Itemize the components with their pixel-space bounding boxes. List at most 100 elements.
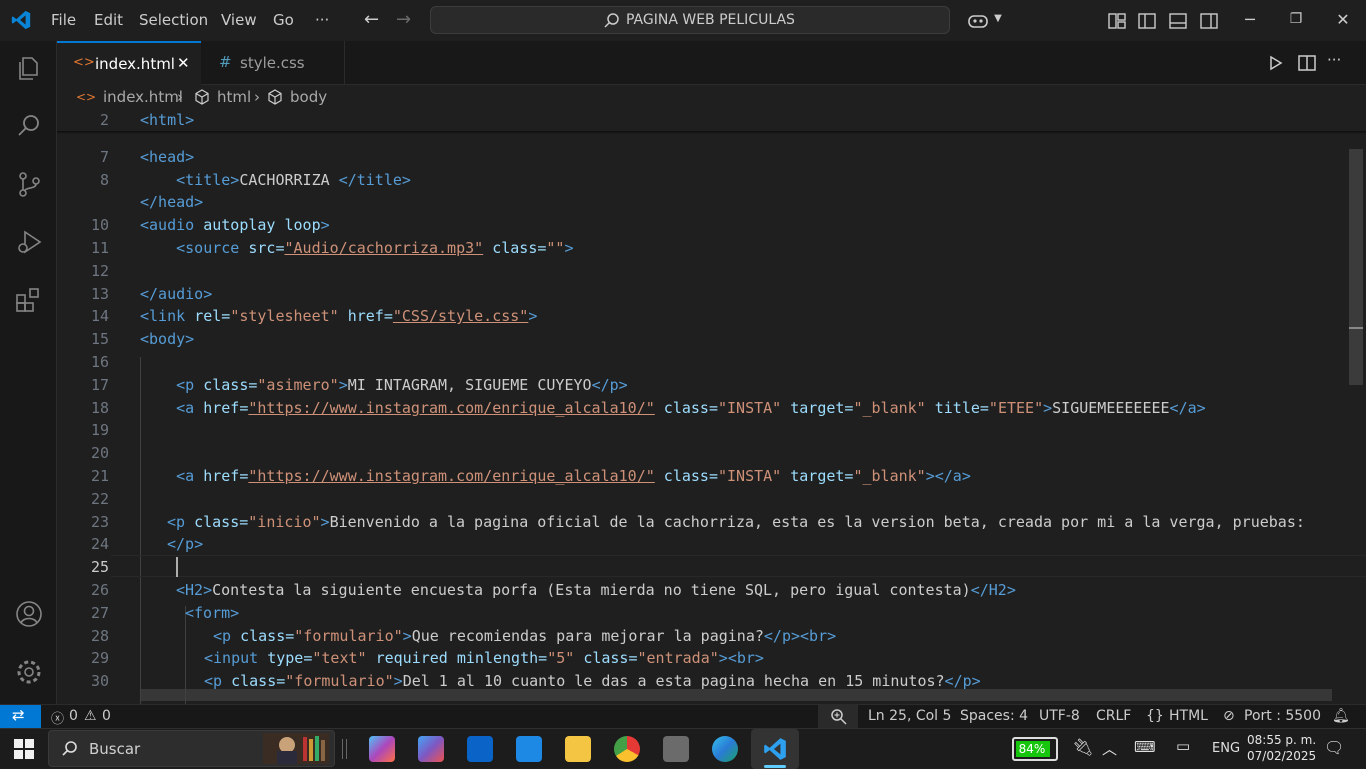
microsoft-store-icon[interactable] <box>516 736 542 762</box>
code-line: 24 </p> <box>57 533 1347 555</box>
zoom-indicator[interactable] <box>818 705 858 728</box>
extensions-icon[interactable] <box>14 285 44 315</box>
network-icon[interactable]: ▭ <box>1176 737 1190 755</box>
code-text: <link rel="stylesheet" href="CSS/style.c… <box>140 307 538 325</box>
calculator-icon[interactable] <box>663 736 689 762</box>
accounts-icon[interactable] <box>14 599 44 629</box>
close-tab-icon[interactable]: ✕ <box>177 54 190 72</box>
copilot-icon[interactable] <box>966 11 990 31</box>
indentation[interactable]: Spaces: 4 <box>960 708 1028 724</box>
outlook-icon[interactable] <box>467 736 493 762</box>
remote-indicator[interactable]: ⇄ <box>0 705 41 729</box>
line-number: 27 <box>90 604 109 622</box>
line-number: 22 <box>90 490 109 508</box>
menu-edit[interactable]: Edit <box>94 11 123 29</box>
restore-icon[interactable]: ❐ <box>1286 11 1306 27</box>
toggle-panel-icon[interactable] <box>1168 11 1188 31</box>
chrome-icon[interactable] <box>614 736 640 762</box>
code-line: 10 <audio autoplay loop> <box>57 214 1347 236</box>
breadcrumb-file[interactable]: index.html <box>103 88 183 106</box>
code-line: 8 </head> <box>57 191 1347 213</box>
charging-plug-icon: 🔌︎ <box>1072 738 1094 758</box>
horizontal-scrollbar[interactable] <box>140 689 1332 701</box>
search-placeholder: Buscar <box>89 740 141 758</box>
breadcrumb-body[interactable]: body <box>290 88 327 106</box>
warning-count[interactable]: 0 <box>102 708 111 724</box>
menu-file[interactable]: File <box>51 11 76 29</box>
toggle-secondary-sidebar-icon[interactable] <box>1199 11 1219 31</box>
code-text: </head> <box>140 193 204 211</box>
html-file-icon: <> <box>73 55 95 70</box>
battery-indicator[interactable]: 84% <box>1012 737 1058 761</box>
explorer-icon[interactable] <box>14 53 44 83</box>
back-arrow-icon[interactable]: ← <box>364 9 379 30</box>
edge-icon[interactable] <box>712 736 738 762</box>
run-icon[interactable] <box>1265 53 1285 73</box>
line-number: 26 <box>90 581 109 599</box>
code-line: 26 <H2>Contesta la siguiente encuesta po… <box>57 579 1347 601</box>
minimize-icon[interactable]: ─ <box>1240 10 1260 29</box>
search-sidebar-icon[interactable] <box>14 111 44 141</box>
line-number: 12 <box>90 262 109 280</box>
code-line: 22 <box>57 488 1347 510</box>
code-text: <p class="formulario">Del 1 al 10 cuanto… <box>204 672 981 690</box>
tab-index-html[interactable]: <> index.html ✕ <box>57 41 201 85</box>
command-center-search[interactable]: PAGINA WEB PELICULAS <box>430 6 950 34</box>
code-line: 11 <source src="Audio/cachorriza.mp3" cl… <box>57 237 1347 259</box>
notification-center-icon[interactable]: 🗨︎ <box>1324 738 1344 757</box>
manage-gear-icon[interactable] <box>14 657 44 687</box>
code-line: 20 <box>57 442 1347 464</box>
code-text: <body> <box>140 330 195 348</box>
code-text: <p class="formulario">Que recomiendas pa… <box>213 627 837 645</box>
end-of-line[interactable]: CRLF <box>1096 708 1131 724</box>
taskbar-search[interactable]: Buscar <box>48 730 335 767</box>
show-hidden-icons-chevron-icon[interactable]: ︿ <box>1102 738 1117 759</box>
notifications-bell-icon[interactable]: 🔔︎ <box>1332 708 1350 724</box>
run-and-debug-icon[interactable] <box>14 227 44 257</box>
language-mode[interactable]: HTML <box>1169 708 1208 724</box>
menu-more[interactable]: ··· <box>315 11 329 29</box>
close-window-icon[interactable]: ✕ <box>1333 10 1353 29</box>
encoding[interactable]: UTF-8 <box>1039 708 1080 724</box>
more-actions-icon[interactable]: ··· <box>1327 51 1341 69</box>
code-text: <a href="https://www.instagram.com/enriq… <box>176 399 1206 417</box>
vertical-scrollbar[interactable] <box>1349 149 1363 385</box>
menu-go[interactable]: Go <box>273 11 294 29</box>
microsoft-365-icon[interactable] <box>418 736 444 762</box>
toggle-primary-sidebar-icon[interactable] <box>1137 11 1157 31</box>
scrollbar-cursor-marker <box>1349 327 1363 329</box>
error-count[interactable]: 0 <box>69 708 78 724</box>
chevron-right-icon: › <box>177 88 183 106</box>
search-highlight-image <box>263 733 329 764</box>
windows-start-icon[interactable] <box>14 739 34 759</box>
split-editor-icon[interactable] <box>1297 53 1317 73</box>
tab-style-css[interactable]: # style.css <box>201 41 345 85</box>
code-line: 15 <body> <box>57 328 1347 350</box>
source-control-icon[interactable] <box>14 169 44 199</box>
forward-arrow-icon[interactable]: → <box>396 9 411 30</box>
breadcrumb-html[interactable]: html <box>217 88 251 106</box>
code-line: 27 <form> <box>57 602 1347 624</box>
search-icon <box>62 741 77 756</box>
line-number: 14 <box>90 307 109 325</box>
code-editor[interactable]: 2 <html> 7 <head> 8 <title>CACHORRIZA </… <box>57 109 1366 704</box>
menu-view[interactable]: View <box>221 11 257 29</box>
cursor-position[interactable]: Ln 25, Col 5 <box>868 708 951 724</box>
copilot-app-icon[interactable] <box>369 736 395 762</box>
line-number: 11 <box>90 239 109 257</box>
copilot-chevron-down-icon[interactable]: ▼ <box>988 13 1008 24</box>
file-explorer-icon[interactable] <box>565 736 591 762</box>
touch-keyboard-icon[interactable]: ⌨ <box>1134 738 1156 756</box>
css-hash-icon: # <box>219 53 232 71</box>
customize-layout-icon[interactable] <box>1107 11 1127 31</box>
live-server-port[interactable]: Port : 5500 <box>1244 708 1321 724</box>
code-text: <html> <box>140 111 195 129</box>
code-text: <form> <box>185 604 240 622</box>
input-language[interactable]: ENG <box>1212 741 1240 756</box>
taskbar-clock[interactable]: 08:55 p. m. 07/02/2025 <box>1247 732 1316 764</box>
code-text: <H2>Contesta la siguiente encuesta porfa… <box>176 581 1016 599</box>
code-text: </p> <box>167 535 204 553</box>
menu-selection[interactable]: Selection <box>139 11 208 29</box>
code-line: 19 <box>57 419 1347 441</box>
code-text: <source src="Audio/cachorriza.mp3" class… <box>176 239 574 257</box>
